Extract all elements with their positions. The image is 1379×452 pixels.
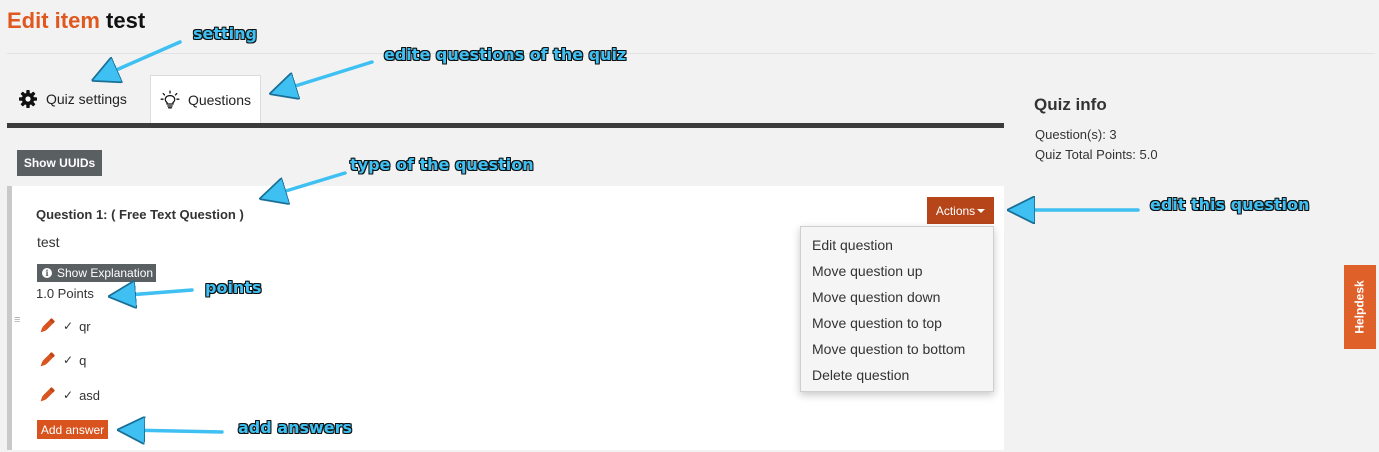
annotation-points: points	[205, 278, 262, 297]
helpdesk-button[interactable]: Helpdesk	[1344, 265, 1376, 349]
menu-item-move-up[interactable]: Move question up	[801, 258, 993, 284]
arrow-to-settings-tab	[98, 40, 182, 78]
drag-handle-icon[interactable]: ≡	[14, 314, 20, 326]
answer-item: ✓ qr	[37, 316, 91, 336]
title-divider	[7, 53, 1375, 54]
question-text: test	[37, 234, 60, 250]
show-explanation-label: Show Explanation	[57, 266, 154, 280]
info-icon: i	[42, 268, 52, 278]
annotation-add-answers: add answers	[238, 418, 353, 437]
add-answer-button[interactable]: Add answer	[37, 420, 108, 439]
answer-text: asd	[79, 387, 101, 403]
menu-item-edit-question[interactable]: Edit question	[801, 232, 993, 258]
annotation-type-of-question: type of the question	[350, 155, 534, 174]
helpdesk-label: Helpdesk	[1353, 280, 1368, 334]
check-icon: ✓	[63, 353, 74, 367]
caret-down-icon	[977, 208, 986, 213]
tabs-underline	[7, 123, 1004, 128]
menu-item-move-to-top[interactable]: Move question to top	[801, 310, 993, 336]
pencil-edit-icon[interactable]	[37, 385, 57, 405]
quiz-info-title: Quiz info	[1034, 95, 1107, 114]
show-explanation-button[interactable]: i Show Explanation	[37, 264, 156, 282]
pencil-edit-icon[interactable]	[37, 316, 57, 336]
menu-item-delete-question[interactable]: Delete question	[801, 362, 993, 388]
actions-menu: Edit question Move question up Move ques…	[800, 226, 994, 392]
gear-icon	[19, 90, 37, 108]
question-title: Question 1: ( Free Text Question )	[36, 207, 244, 222]
question-points: 1.0 Points	[36, 286, 94, 301]
lightbulb-icon	[160, 90, 180, 108]
tab-questions[interactable]: Questions	[150, 75, 261, 123]
page-title-item-name: test	[106, 8, 146, 33]
menu-item-move-down[interactable]: Move question down	[801, 284, 993, 310]
answer-item: ✓ asd	[37, 385, 100, 405]
answer-item: ✓ q	[37, 350, 86, 370]
check-icon: ✓	[63, 319, 74, 333]
tab-quiz-settings-label: Quiz settings	[46, 91, 127, 107]
tab-questions-label: Questions	[187, 91, 252, 108]
check-icon: ✓	[63, 388, 74, 402]
arrow-to-questions-tab	[276, 60, 374, 92]
answer-text: qr	[79, 318, 91, 334]
annotation-edit-questions: edite questions of the quiz	[384, 45, 627, 64]
menu-item-move-to-bottom[interactable]: Move question to bottom	[801, 336, 993, 362]
annotation-setting: setting	[193, 24, 257, 43]
quiz-info-total-points: Quiz Total Points: 5.0	[1035, 147, 1158, 162]
answer-text: q	[79, 352, 87, 368]
page-title: Edit item test	[7, 8, 145, 34]
quiz-info-question-count: Question(s): 3	[1035, 127, 1117, 142]
show-uuids-button[interactable]: Show UUIDs	[17, 150, 102, 176]
page-title-prefix: Edit item	[7, 8, 100, 33]
annotation-edit-this-question: edit this question	[1150, 195, 1310, 214]
actions-button[interactable]: Actions	[927, 197, 994, 224]
tab-quiz-settings[interactable]: Quiz settings	[12, 75, 146, 123]
pencil-edit-icon[interactable]	[37, 350, 57, 370]
actions-label: Actions	[935, 203, 976, 218]
